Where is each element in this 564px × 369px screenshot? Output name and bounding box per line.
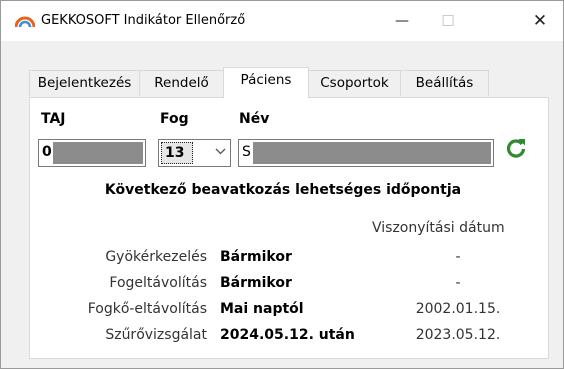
maximize-button[interactable]: ☐ — [425, 1, 471, 41]
tab-label: Bejelentkezés — [37, 75, 132, 91]
minimize-button[interactable]: — — [379, 1, 425, 41]
window-title: GEKKOSOFT Indikátor Ellenőrző — [41, 13, 246, 28]
chevron-down-icon — [215, 148, 226, 155]
gekkosoft-logo-icon — [15, 16, 35, 28]
redacted-nev — [253, 142, 491, 164]
tab-bejelentkezes[interactable]: Bejelentkezés — [29, 70, 140, 96]
tab-paciens[interactable]: Páciens — [223, 67, 309, 98]
close-button[interactable]: ✕ — [517, 1, 563, 41]
tab-label: Csoportok — [320, 75, 389, 91]
reference-date-header: Viszonyítási dátum — [372, 220, 505, 236]
title-bar[interactable]: GEKKOSOFT Indikátor Ellenőrző — ☐ ✕ — [1, 1, 563, 41]
app-window: GEKKOSOFT Indikátor Ellenőrző — ☐ ✕ Beje… — [0, 0, 564, 369]
nev-value: S — [242, 144, 251, 160]
maximize-icon: ☐ — [441, 12, 455, 30]
refresh-icon[interactable] — [505, 136, 527, 158]
fog-selected-value: 13 — [161, 142, 193, 164]
tab-beallitas[interactable]: Beállítás — [400, 70, 489, 96]
treatment-when: 2024.05.12. után — [220, 327, 355, 343]
nev-input[interactable]: S — [238, 139, 494, 167]
treatment-name: Szűrővizsgálat — [105, 327, 207, 343]
redacted-taj — [53, 142, 143, 164]
treatment-name: Fogkő-eltávolítás — [87, 301, 207, 317]
section-heading: Következő beavatkozás lehetséges időpont… — [104, 182, 462, 198]
treatment-reference: 2023.05.12. — [415, 327, 501, 343]
taj-label: TAJ — [41, 111, 66, 127]
close-icon: ✕ — [532, 11, 548, 31]
tab-rendelo[interactable]: Rendelő — [139, 70, 224, 96]
fog-label: Fog — [160, 111, 189, 127]
tab-label: Rendelő — [154, 75, 209, 91]
treatment-when: Mai naptól — [220, 301, 304, 317]
tab-csoportok[interactable]: Csoportok — [308, 70, 401, 96]
treatment-reference: 2002.01.15. — [415, 301, 501, 317]
nev-label: Név — [239, 111, 270, 127]
tab-label: Páciens — [240, 72, 292, 88]
treatment-name: Fogeltávolítás — [109, 275, 207, 291]
treatment-name: Gyökérkezelés — [105, 249, 207, 265]
taj-value: 0 — [42, 144, 52, 160]
treatment-when: Bármikor — [220, 249, 292, 265]
treatment-when: Bármikor — [220, 275, 292, 291]
fog-select[interactable]: 13 — [158, 139, 231, 167]
taj-input[interactable]: 0 — [38, 139, 146, 167]
treatment-reference: - — [455, 249, 461, 265]
minimize-icon: — — [395, 13, 409, 29]
tab-strip: Bejelentkezés Rendelő Páciens Csoportok … — [29, 67, 549, 98]
treatment-reference: - — [455, 275, 461, 291]
tab-label: Beállítás — [415, 75, 474, 91]
